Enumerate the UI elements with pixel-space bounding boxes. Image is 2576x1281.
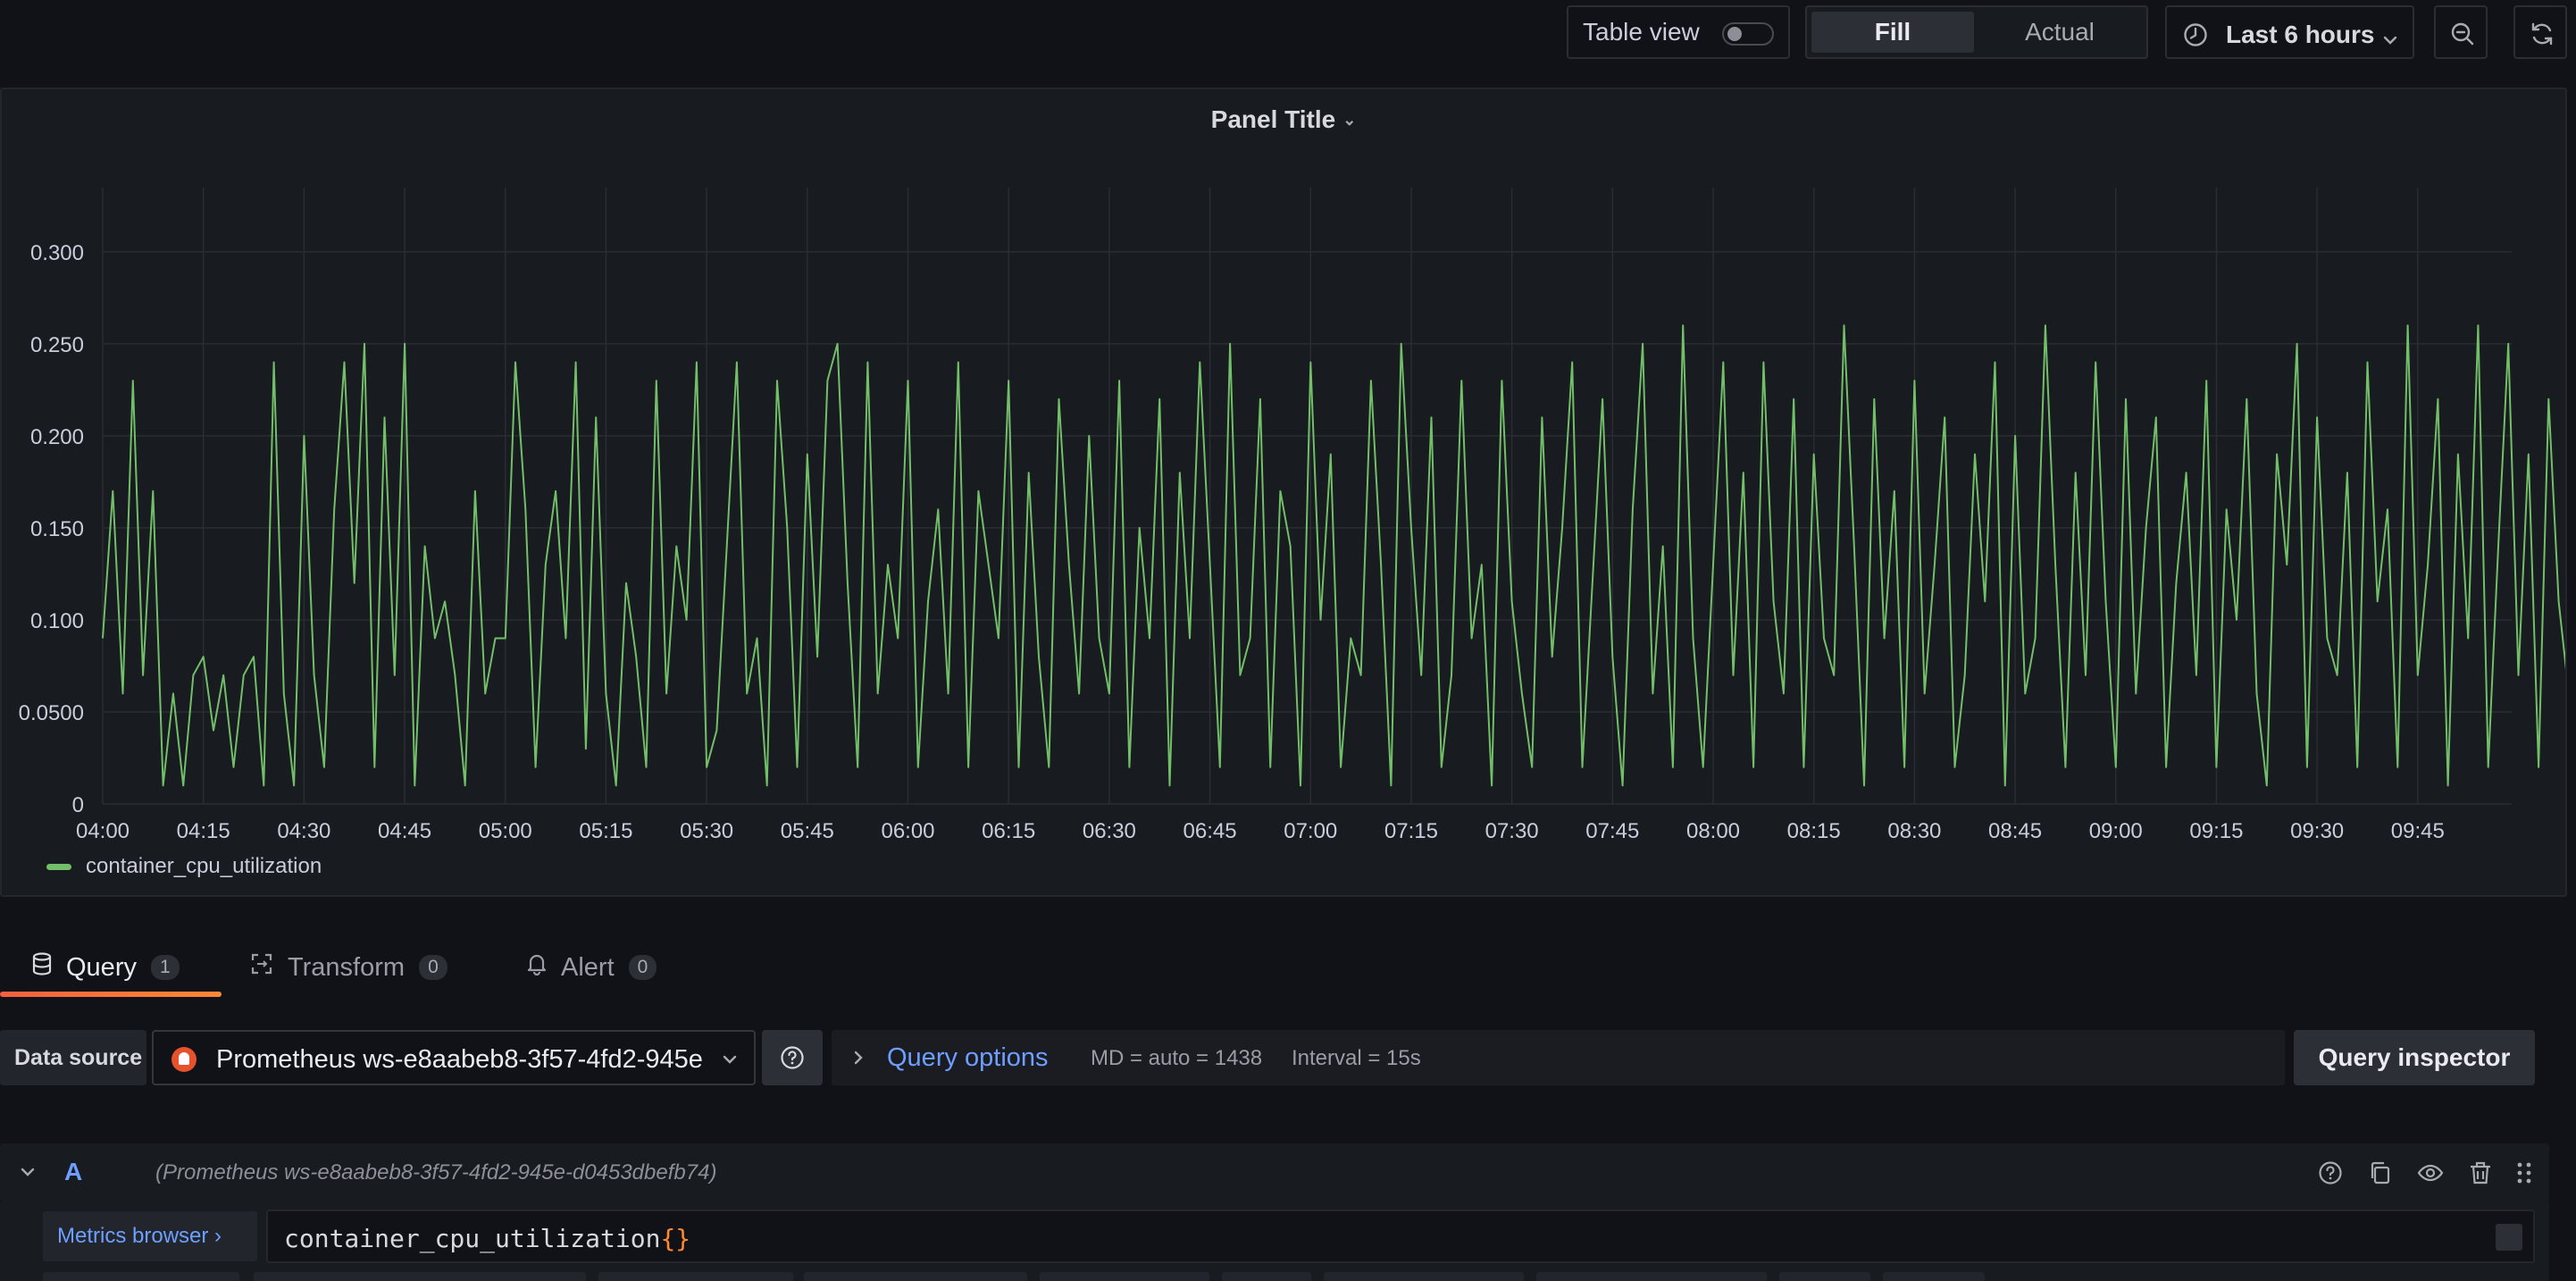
metrics-browser-label: Metrics browser: [57, 1224, 209, 1248]
time-series-chart[interactable]: 0 0.0500 0.100 0.150 0.200 0.250 0.300 04:00 04:…: [2, 89, 2565, 840]
tab-alert-label: Alert: [561, 952, 615, 982]
x-tick-label: 09:00: [2089, 819, 2143, 840]
x-tick-label: 05:15: [579, 819, 632, 840]
x-tick-label: 04:00: [76, 819, 130, 840]
table-view-toggle[interactable]: Table view: [1567, 5, 1790, 59]
collapse-chevron-icon[interactable]: [20, 1166, 36, 1185]
bell-icon: [527, 952, 547, 983]
zoom-out-button[interactable]: [2434, 5, 2488, 59]
max-data-points-info: MD = auto = 1438: [1091, 1046, 1263, 1070]
switch-knob: [1727, 27, 1742, 41]
y-tick-label: 0: [72, 793, 84, 817]
refresh-button[interactable]: [2513, 5, 2567, 59]
transform-icon: [250, 952, 273, 983]
help-icon[interactable]: [2317, 1160, 2344, 1191]
x-tick-label: 09:30: [2290, 819, 2344, 840]
legend-series-name[interactable]: container_cpu_utilization: [86, 854, 322, 879]
tab-query-count: 1: [150, 955, 180, 980]
actual-button[interactable]: Actual: [1978, 12, 2141, 53]
tab-transform-count: 0: [419, 955, 447, 980]
promql-expression-input[interactable]: container_cpu_utilization{}: [266, 1210, 2535, 1263]
query-options-bar[interactable]: Query options MD = auto = 1438 Interval …: [832, 1030, 2285, 1085]
y-tick-label: 0.300: [30, 241, 84, 265]
promql-metric: container_cpu_utilization: [284, 1224, 661, 1253]
x-tick-label: 05:00: [479, 819, 532, 840]
tab-alert[interactable]: Alert 0: [527, 938, 657, 997]
duplicate-icon[interactable]: [2367, 1160, 2394, 1191]
query-actions: [2317, 1156, 2549, 1190]
fill-actual-toggle: Fill Actual: [1805, 5, 2148, 59]
graph-panel: Panel Title ⌄ 0 0.0500 0.100 0.150 0.200 0.250…: [0, 88, 2567, 897]
time-range-picker[interactable]: Last 6 hours: [2165, 5, 2414, 59]
x-tick-label: 04:30: [277, 819, 330, 840]
chevron-right-icon: ›: [214, 1224, 222, 1248]
data-source-help-button[interactable]: [762, 1030, 823, 1085]
y-tick-label: 0.100: [30, 609, 84, 633]
chevron-right-icon: [851, 1050, 866, 1070]
x-tick-label: 08:30: [1887, 819, 1941, 840]
question-circle-icon: [781, 1046, 804, 1069]
x-tick-label: 09:15: [2189, 819, 2243, 840]
query-inspector-button[interactable]: Query inspector: [2294, 1030, 2535, 1085]
eye-icon[interactable]: [2417, 1160, 2444, 1191]
tab-transform[interactable]: Transform 0: [250, 938, 447, 997]
drag-handle-icon[interactable]: [2515, 1160, 2533, 1191]
x-tick-label: 07:15: [1384, 819, 1438, 840]
database-icon: [32, 952, 52, 983]
x-tick-label: 08:00: [1686, 819, 1740, 840]
x-tick-label: 09:45: [2391, 819, 2445, 840]
y-tick-label: 0.200: [30, 425, 84, 449]
query-ref-id[interactable]: A: [64, 1158, 82, 1186]
top-toolbar: Table view Fill Actual Last 6 hours: [0, 0, 2576, 64]
editor-scroll-indicator: [2496, 1224, 2522, 1251]
promql-braces: {}: [660, 1224, 691, 1253]
x-tick-label: 04:15: [177, 819, 230, 840]
x-tick-label: 06:45: [1183, 819, 1237, 840]
query-options-title[interactable]: Query options: [887, 1043, 1049, 1073]
zoom-out-icon: [2451, 22, 2474, 46]
x-tick-label: 05:30: [680, 819, 733, 840]
trash-icon[interactable]: [2467, 1160, 2494, 1191]
data-source-picker[interactable]: Prometheus ws-e8aabeb8-3f57-4fd2-945e: [152, 1030, 756, 1085]
x-tick-label: 06:30: [1083, 819, 1136, 840]
legend: container_cpu_utilization: [46, 854, 322, 879]
clock-icon: [2183, 22, 2208, 54]
y-tick-label: 0.0500: [19, 701, 84, 725]
x-tick-label: 06:15: [982, 819, 1035, 840]
time-range-label: Last 6 hours: [2226, 21, 2375, 48]
table-view-label: Table view: [1583, 18, 1700, 46]
tab-transform-label: Transform: [288, 952, 406, 982]
table-view-switch[interactable]: [1722, 22, 1774, 46]
prometheus-logo-icon: [171, 1047, 197, 1072]
fill-button[interactable]: Fill: [1811, 12, 1974, 53]
promql-code: container_cpu_utilization{}: [284, 1224, 690, 1253]
editor-tabs: Query 1 Transform 0 Alert 0: [0, 938, 804, 997]
query-a-header: A (Prometheus ws-e8aabeb8-3f57-4fd2-945e…: [0, 1143, 2549, 1202]
x-tick-label: 07:30: [1485, 819, 1539, 840]
query-options-row-stubs: [43, 1272, 2535, 1281]
refresh-icon: [2531, 22, 2553, 46]
data-source-name: Prometheus ws-e8aabeb8-3f57-4fd2-945e: [216, 1045, 703, 1074]
x-tick-label: 07:00: [1284, 819, 1337, 840]
x-tick-label: 05:45: [781, 819, 834, 840]
x-tick-label: 08:15: [1787, 819, 1841, 840]
tab-alert-count: 0: [628, 955, 657, 980]
x-tick-label: 04:45: [378, 819, 431, 840]
chevron-down-icon: [722, 1051, 738, 1072]
legend-color-swatch: [46, 863, 71, 870]
series-line: [102, 324, 2565, 787]
x-tick-label: 07:45: [1585, 819, 1639, 840]
x-tick-label: 06:00: [881, 819, 934, 840]
data-source-label: Data source: [0, 1030, 146, 1085]
metrics-browser-button[interactable]: Metrics browser ›: [43, 1211, 257, 1261]
y-tick-label: 0.150: [30, 517, 84, 541]
tab-query-label: Query: [66, 952, 137, 982]
chevron-down-icon: [2382, 26, 2398, 54]
interval-info: Interval = 15s: [1292, 1046, 1421, 1070]
tab-query[interactable]: Query 1: [32, 938, 180, 997]
y-tick-label: 0.250: [30, 333, 84, 357]
x-tick-label: 08:45: [1988, 819, 2042, 840]
query-datasource-name: (Prometheus ws-e8aabeb8-3f57-4fd2-945e-d…: [155, 1160, 717, 1185]
